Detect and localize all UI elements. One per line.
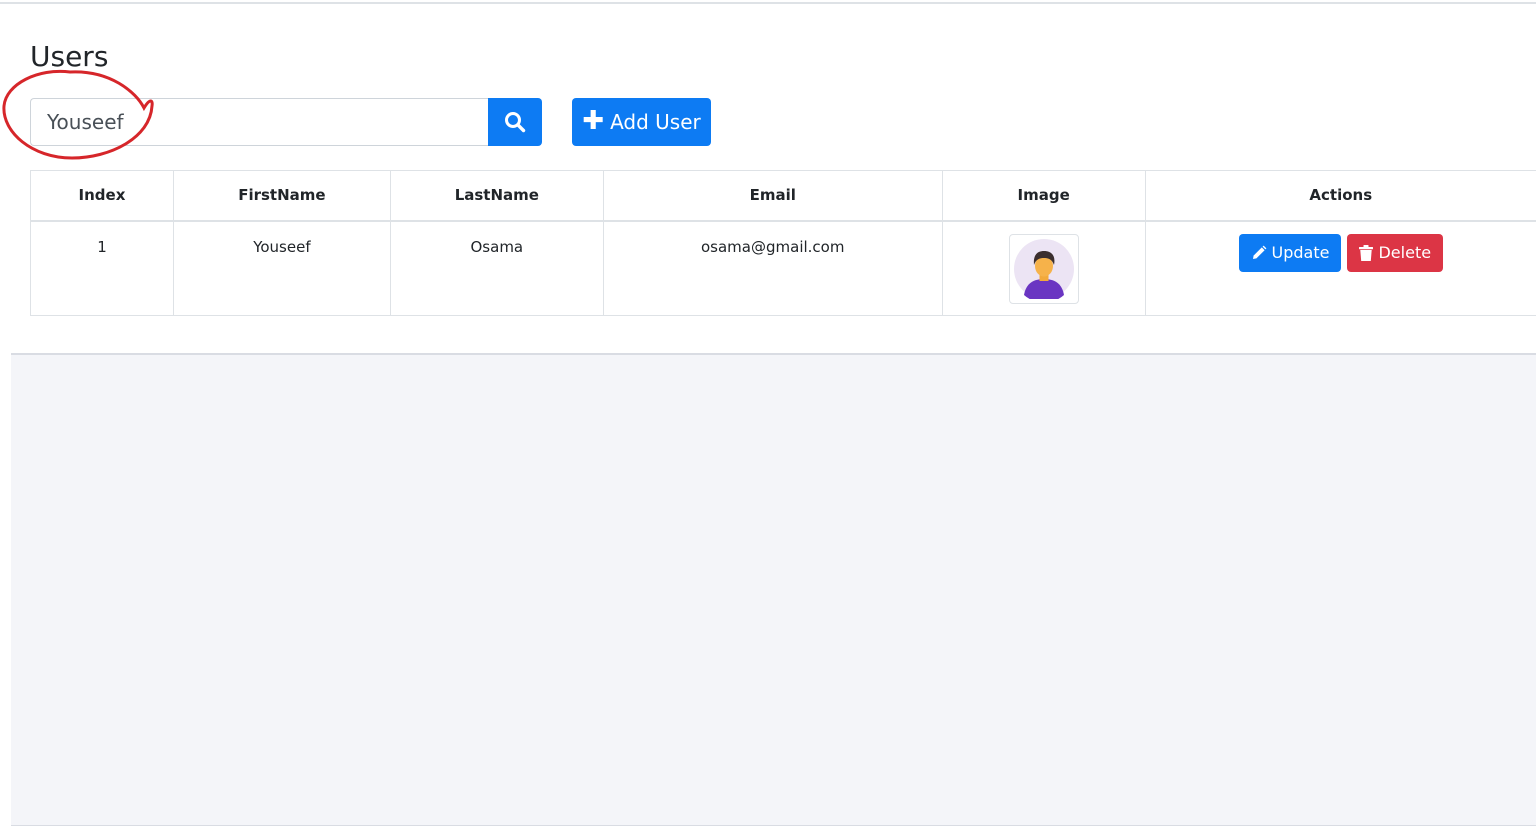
table-row: 1 Youseef Osama osama@gmail.com Update D… — [30, 220, 1536, 316]
search-input[interactable] — [30, 98, 488, 146]
column-header-actions: Actions — [1144, 170, 1536, 222]
avatar-icon — [1013, 238, 1074, 299]
cell-image — [941, 220, 1146, 316]
column-header-lastname: LastName — [389, 170, 604, 222]
cell-email: osama@gmail.com — [602, 220, 943, 316]
column-header-index: Index — [30, 170, 174, 222]
column-header-image: Image — [941, 170, 1146, 222]
cell-last-name: Osama — [389, 220, 604, 316]
delete-button[interactable]: Delete — [1347, 233, 1444, 272]
search-button[interactable] — [488, 98, 542, 146]
pencil-icon — [1252, 245, 1266, 259]
add-user-button[interactable]: ✚ Add User — [572, 98, 711, 146]
update-label: Update — [1271, 243, 1330, 262]
column-header-firstname: FirstName — [172, 170, 391, 222]
plus-icon: ✚ — [582, 106, 605, 136]
cell-index: 1 — [30, 220, 174, 316]
avatar — [1008, 233, 1079, 304]
trash-icon — [1359, 244, 1374, 261]
table-header-row: Index FirstName LastName Email Image Act… — [30, 170, 1536, 222]
page-title: Users — [30, 40, 109, 73]
cell-actions: Update Delete — [1144, 220, 1536, 316]
search-icon — [505, 112, 526, 133]
delete-label: Delete — [1378, 243, 1432, 262]
update-button[interactable]: Update — [1238, 233, 1342, 272]
page-background — [11, 353, 1536, 826]
search-group — [30, 98, 542, 146]
users-table: Index FirstName LastName Email Image Act… — [30, 170, 1536, 316]
column-header-email: Email — [602, 170, 943, 222]
add-user-label: Add User — [610, 110, 701, 134]
cell-first-name: Youseef — [172, 220, 391, 316]
